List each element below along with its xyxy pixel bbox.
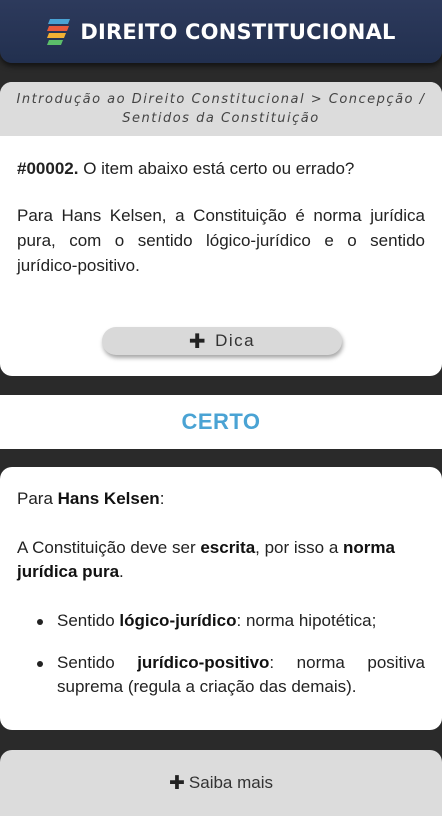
bullet-prefix: Sentido bbox=[57, 611, 120, 630]
breadcrumb: Introdução ao Direito Constitucional > C… bbox=[0, 82, 442, 136]
para-text-a: A Constituição deve ser bbox=[17, 538, 201, 557]
intro-suffix: : bbox=[159, 489, 165, 508]
saiba-mais-label: Saiba mais bbox=[188, 773, 274, 792]
question-number: #00002. bbox=[17, 159, 79, 178]
question-card: Introdução ao Direito Constitucional > C… bbox=[0, 82, 442, 376]
plus-icon: ✚ bbox=[168, 772, 185, 794]
explanation-paragraph: A Constituição deve ser escrita, por iss… bbox=[17, 536, 425, 584]
answer-bar: CERTO bbox=[0, 395, 442, 449]
intro-text: Para bbox=[17, 489, 58, 508]
bullet-bold: lógico-jurídico bbox=[119, 611, 237, 630]
para-bold-b: escrita bbox=[200, 538, 256, 557]
dica-label: Dica bbox=[215, 331, 256, 350]
app-header: DIREITO CONSTITUCIONAL bbox=[0, 0, 442, 63]
explanation-list: Sentido lógico-jurídico: norma hipotétic… bbox=[17, 609, 425, 699]
stacked-stripes-logo-icon bbox=[47, 18, 71, 45]
question-statement: Para Hans Kelsen, a Constituição é norma… bbox=[17, 206, 425, 275]
list-item: Sentido jurídico-positivo: norma positiv… bbox=[35, 651, 425, 699]
plus-icon: ✚ bbox=[188, 330, 208, 353]
list-item: Sentido lógico-jurídico: norma hipotétic… bbox=[35, 609, 425, 633]
para-text-e: . bbox=[119, 562, 124, 581]
intro-bold: Hans Kelsen bbox=[57, 489, 160, 508]
para-text-c: , por isso a bbox=[255, 538, 344, 557]
dica-button[interactable]: ✚ Dica bbox=[102, 327, 342, 355]
question-line: #00002. O item abaixo está certo ou erra… bbox=[0, 136, 442, 181]
header-title: DIREITO CONSTITUCIONAL bbox=[80, 19, 396, 44]
explanation-card: Para Hans Kelsen: A Constituição deve se… bbox=[0, 467, 442, 730]
saiba-mais-button[interactable]: ✚ Saiba mais bbox=[0, 750, 442, 816]
bullet-suffix: : norma hipotética; bbox=[236, 611, 377, 630]
explanation-intro: Para Hans Kelsen: bbox=[17, 487, 425, 511]
question-prompt: O item abaixo está certo ou errado? bbox=[83, 159, 355, 178]
bullet-bold: jurídico-positivo bbox=[137, 653, 270, 672]
answer-label: CERTO bbox=[181, 409, 261, 434]
bullet-prefix: Sentido bbox=[57, 653, 138, 672]
